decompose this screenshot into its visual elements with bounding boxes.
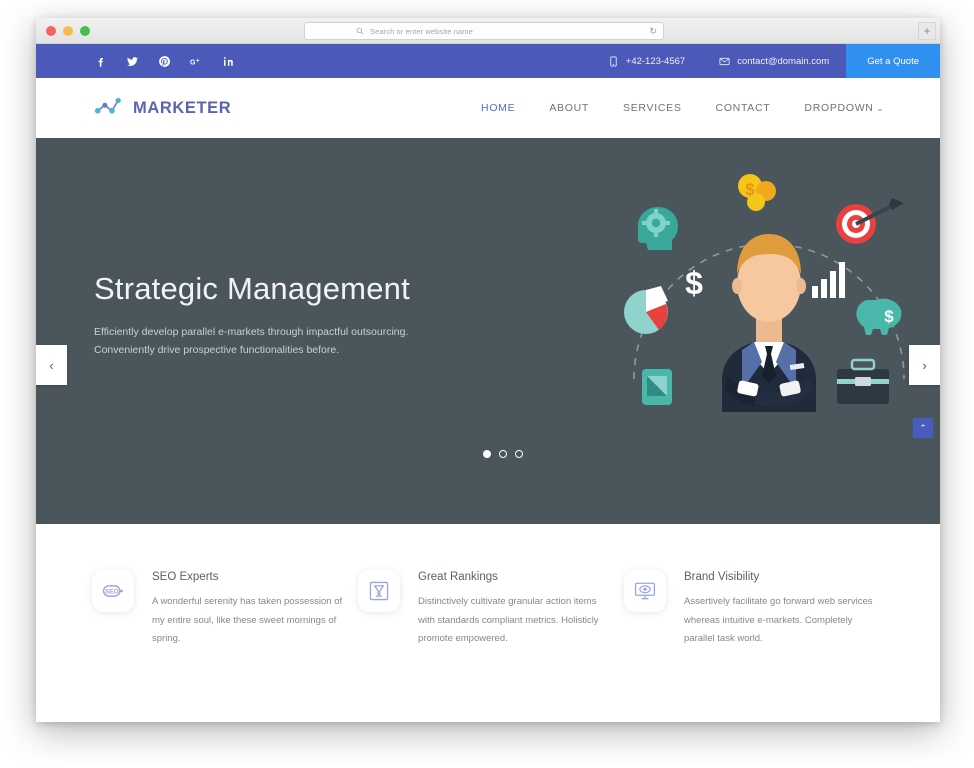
twitter-icon[interactable] <box>126 55 139 68</box>
nav-link-home[interactable]: HOME <box>481 102 515 114</box>
monitor-eye-icon <box>624 570 666 612</box>
hero-subtitle-line2: Conveniently drive prospective functiona… <box>94 344 340 357</box>
search-icon <box>353 27 367 35</box>
feature-text: Assertively facilitate go forward web se… <box>684 596 873 645</box>
businessman-marketing-illustration: $ $ $ <box>604 164 934 414</box>
feature-body: SEO Experts A wonderful serenity has tak… <box>152 570 344 649</box>
carousel-prev-button[interactable]: ‹ <box>36 345 67 385</box>
target-dart-icon <box>836 198 904 244</box>
feature-title: SEO Experts <box>152 571 219 583</box>
window-controls[interactable] <box>46 26 90 36</box>
nav-links: HOME ABOUT SERVICES CONTACT DROPDOWN ⌄ <box>481 102 884 114</box>
hero-title: Strategic Management <box>94 271 410 306</box>
reload-icon[interactable]: ↻ <box>649 26 657 37</box>
minimize-window-button[interactable] <box>63 26 73 36</box>
google-plus-icon[interactable]: G + <box>190 55 203 68</box>
address-bar[interactable]: Search or enter website name ↻ <box>304 22 664 40</box>
dollar-sign-icon: $ <box>685 265 703 301</box>
piggy-bank-icon: $ <box>856 298 902 335</box>
svg-text:+: + <box>196 58 200 64</box>
carousel-dot-2[interactable] <box>499 450 507 458</box>
phone-icon <box>608 56 619 67</box>
hero-carousel: Strategic Management Efficiently develop… <box>36 138 940 524</box>
svg-text:SEO: SEO <box>105 589 119 596</box>
bar-chart-icon <box>812 262 845 298</box>
idea-money-bulb-icon: $ <box>738 174 776 211</box>
brand-name: MARKETER <box>133 98 232 117</box>
nav-link-services[interactable]: SERVICES <box>623 102 682 114</box>
businessman-figure <box>722 234 816 412</box>
nav-link-about[interactable]: ABOUT <box>549 102 589 114</box>
nav-link-dropdown[interactable]: DROPDOWN ⌄ <box>804 102 884 114</box>
nav-link-dropdown-label: DROPDOWN <box>804 102 874 114</box>
feature-card-seo-experts: SEO SEO Experts A wonderful serenity has… <box>92 570 352 649</box>
feature-text: Distinctively cultivate granular action … <box>418 596 599 645</box>
feature-card-brand-visibility: Brand Visibility Assertively facilitate … <box>624 570 884 649</box>
browser-chrome-bar: Search or enter website name ↻ + <box>36 18 940 44</box>
get-a-quote-button[interactable]: Get a Quote <box>846 44 940 78</box>
feature-text: A wonderful serenity has taken possessio… <box>152 596 343 645</box>
email-address: contact@domain.com <box>737 55 830 67</box>
feature-card-great-rankings: Great Rankings Distinctively cultivate g… <box>358 570 618 649</box>
carousel-next-button[interactable]: › <box>909 345 940 385</box>
chevron-down-icon: ⌄ <box>876 104 884 113</box>
feature-body: Brand Visibility Assertively facilitate … <box>684 570 876 649</box>
facebook-icon[interactable] <box>94 55 107 68</box>
linkedin-icon[interactable] <box>222 55 235 68</box>
hero-subtitle-line1: Efficiently develop parallel e-markets t… <box>94 326 409 339</box>
email-contact[interactable]: contact@domain.com <box>702 44 846 78</box>
hero-copy: Strategic Management Efficiently develop… <box>94 271 504 360</box>
address-bar-placeholder: Search or enter website name <box>370 26 473 36</box>
brain-gear-head-icon <box>638 207 678 250</box>
pinterest-icon[interactable] <box>158 55 171 68</box>
network-nodes-icon <box>92 95 124 122</box>
feature-body: Great Rankings Distinctively cultivate g… <box>418 570 610 649</box>
feature-title: Great Rankings <box>418 571 498 583</box>
zoom-window-button[interactable] <box>80 26 90 36</box>
trophy-icon <box>358 570 400 612</box>
scroll-to-top-button[interactable]: ⌃ <box>913 418 933 438</box>
features-section: SEO SEO Experts A wonderful serenity has… <box>36 524 940 649</box>
carousel-indicators <box>36 450 940 458</box>
envelope-icon <box>719 56 730 67</box>
phone-number: +42-123-4567 <box>625 55 686 67</box>
briefcase-icon <box>837 358 889 404</box>
carousel-dot-1[interactable] <box>483 450 491 458</box>
teal-device-icon <box>642 369 672 405</box>
social-links: G + <box>36 44 235 78</box>
new-tab-button[interactable]: + <box>918 22 936 40</box>
hero-subtitle: Efficiently develop parallel e-markets t… <box>94 323 504 360</box>
top-bar-contact-group: +42-123-4567 contact@domain.com Get a Qu… <box>591 44 940 78</box>
svg-text:$: $ <box>745 180 755 199</box>
nav-link-contact[interactable]: CONTACT <box>716 102 771 114</box>
site-top-bar: G + +42-123-4567 contact@domain.com Get a… <box>36 44 940 78</box>
brand-logo[interactable]: MARKETER <box>92 95 231 122</box>
feature-title: Brand Visibility <box>684 571 760 583</box>
phone-contact[interactable]: +42-123-4567 <box>591 44 702 78</box>
pie-chart-icon <box>624 286 668 334</box>
seo-badge-icon: SEO <box>92 570 134 612</box>
browser-window: Search or enter website name ↻ + G + +42… <box>36 18 940 722</box>
close-window-button[interactable] <box>46 26 56 36</box>
svg-text:$: $ <box>884 307 894 326</box>
svg-text:G: G <box>190 59 195 66</box>
carousel-dot-3[interactable] <box>515 450 523 458</box>
main-navbar: MARKETER HOME ABOUT SERVICES CONTACT DRO… <box>36 78 940 138</box>
